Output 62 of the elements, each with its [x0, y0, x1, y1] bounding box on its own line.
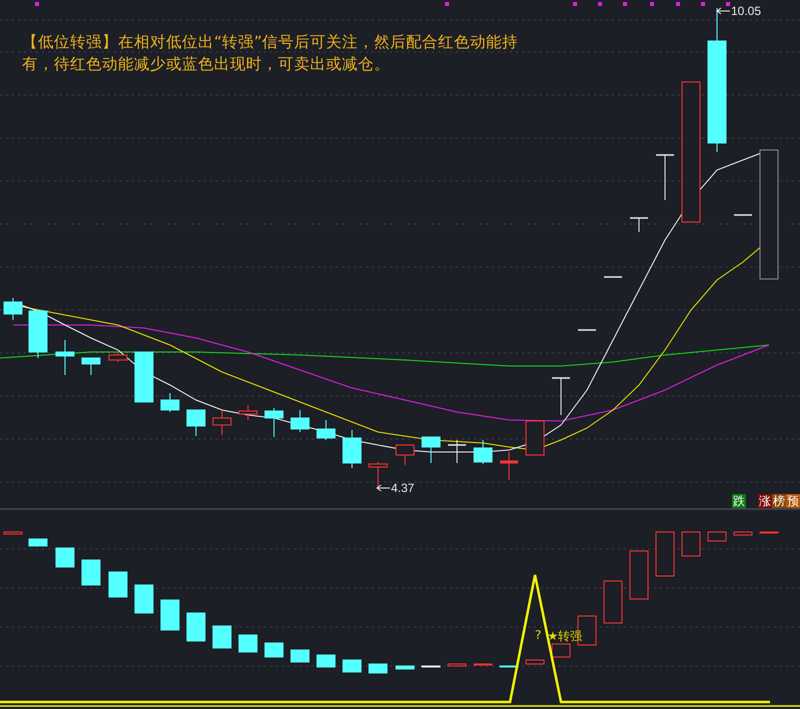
histogram-bar [526, 660, 544, 664]
histogram-bar [316, 654, 336, 668]
candlestick [526, 420, 544, 456]
histogram-bar [682, 532, 700, 556]
candlestick [734, 214, 752, 216]
candlestick [4, 298, 22, 320]
candlestick [82, 358, 100, 376]
candlestick [264, 408, 284, 438]
candlestick [474, 440, 492, 464]
candlestick [160, 392, 180, 412]
histogram-bar [134, 584, 154, 614]
indicator-badge[interactable]: 榜 [772, 494, 786, 508]
histogram-bar [656, 532, 674, 576]
candlestick [56, 340, 74, 376]
histogram-bar [108, 572, 128, 598]
indicator-badge[interactable]: 预 [786, 494, 800, 508]
candlestick [552, 377, 570, 416]
indicator-badge[interactable]: 跌 [732, 494, 746, 508]
price-label: 10.05 [731, 4, 762, 18]
candlestick [422, 436, 440, 464]
histogram-bar [342, 660, 362, 672]
candlestick [578, 329, 596, 331]
histogram-bar [290, 650, 310, 662]
candlestick [368, 462, 388, 488]
candlestick [342, 430, 362, 468]
histogram-bar [264, 642, 284, 658]
histogram-bar [630, 550, 648, 600]
candlestick [656, 154, 674, 200]
histogram-bar [448, 664, 466, 666]
candlestick [290, 410, 310, 432]
indicator-badge[interactable]: 涨 [758, 494, 772, 508]
arrow-icon [376, 484, 390, 492]
candlestick [238, 404, 258, 420]
histogram-bar [212, 626, 232, 648]
histogram-bar [368, 664, 388, 674]
histogram-bar [604, 580, 622, 624]
signal-label: ? [535, 628, 542, 644]
candlestick [316, 420, 336, 440]
histogram-bar [56, 548, 74, 568]
candlestick [396, 444, 414, 466]
candlestick [604, 276, 622, 278]
histogram-bar [734, 532, 752, 536]
arrow-icon [716, 7, 730, 15]
histogram-bar [4, 532, 22, 534]
histogram-bar [28, 538, 48, 546]
histogram-bar [160, 600, 180, 630]
candlestick [28, 310, 48, 358]
histogram-bar [82, 560, 100, 586]
indicator-description: 【低位转强】在相对低位出“转强”信号后可关注，然后配合红色动能持有，待红色动能减少或蓝色出现时，可卖出或减仓。 [22, 32, 520, 75]
candlestick [108, 352, 128, 362]
histogram-bar [396, 666, 414, 670]
histogram-bar [186, 612, 206, 642]
candlestick [134, 352, 154, 402]
candlestick [448, 440, 466, 464]
candlestick [630, 217, 648, 232]
histogram-bar [708, 532, 726, 542]
candlestick [186, 410, 206, 436]
histogram-bar [552, 644, 570, 658]
price-label: 4.37 [391, 481, 414, 495]
histogram-bar [238, 634, 258, 652]
candlestick [212, 410, 232, 436]
candlestick [500, 452, 518, 480]
